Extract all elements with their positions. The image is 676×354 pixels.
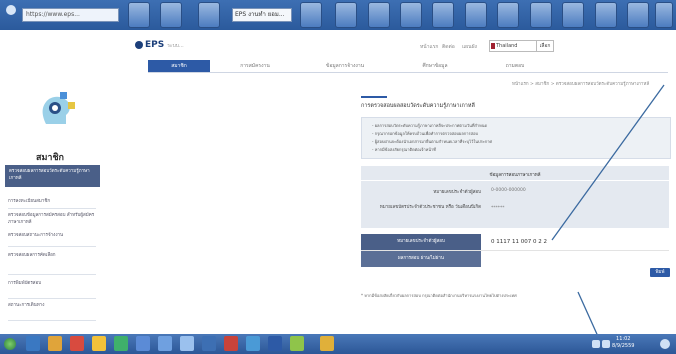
folder-icon[interactable] (48, 336, 62, 351)
annotation-line (551, 84, 665, 241)
app-icon[interactable] (290, 336, 304, 351)
app-icon[interactable] (136, 336, 150, 351)
media-icon[interactable] (70, 336, 84, 351)
system-clock[interactable]: 11:02 8/9/2559 (612, 336, 634, 350)
app-icon[interactable] (320, 336, 334, 351)
app-icon[interactable] (268, 336, 282, 351)
app-icon[interactable] (246, 336, 260, 351)
app-icon[interactable] (224, 336, 238, 351)
network-icon[interactable] (592, 340, 600, 348)
chrome-icon[interactable] (92, 336, 106, 351)
app-icon[interactable] (158, 336, 172, 351)
volume-icon[interactable] (602, 340, 610, 348)
app-icon[interactable] (114, 336, 128, 351)
start-icon[interactable] (4, 338, 16, 350)
taskbar (0, 334, 676, 354)
app-icon[interactable] (202, 336, 216, 351)
ie-icon[interactable] (26, 336, 40, 351)
app-icon[interactable] (180, 336, 194, 351)
notification-icon[interactable] (660, 339, 670, 349)
annotation-lines (551, 84, 665, 353)
